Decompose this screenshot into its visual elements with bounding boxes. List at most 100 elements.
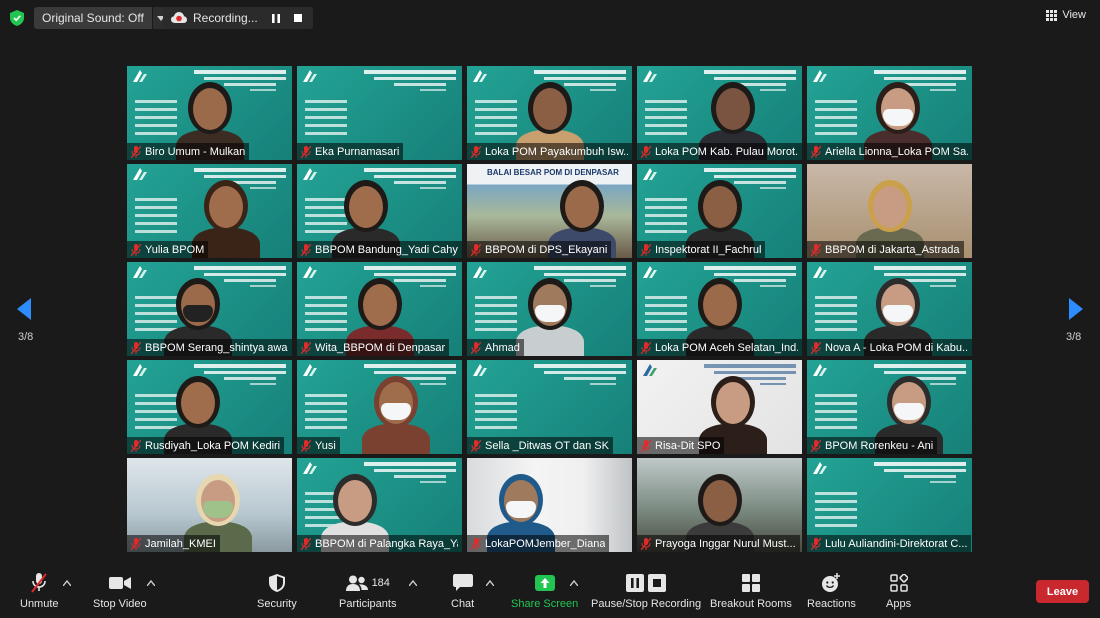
slide-title-line [704,266,796,270]
pause-stop-recording-label[interactable]: Pause/Stop Recording [591,598,701,610]
participant-video-tile[interactable]: Prayoga Inggar Nurul Must... [637,458,802,552]
apps-label[interactable]: Apps [886,598,911,610]
slide-social-line [815,320,857,323]
participant-video-tile[interactable]: Eka Purnamasari [297,66,462,160]
participant-video-tile[interactable]: Nova A - Loka POM di Kabu... [807,262,972,356]
slide-title-line [714,77,796,80]
video-options-caret-icon[interactable] [147,580,155,586]
breakout-rooms-button[interactable]: Breakout Rooms [710,572,792,610]
participant-video-tile[interactable]: Inspektorat II_Fachrul [637,164,802,258]
participant-video-tile[interactable]: Loka POM Kab. Pulau Morot... [637,66,802,160]
slide-social-line [815,312,857,315]
share-options-caret-icon[interactable] [570,580,578,586]
slide-social-line [305,222,347,225]
slide-social-line [305,108,347,111]
slide-social-line [815,492,857,495]
participant-video-tile[interactable]: Ariella Lionna_Loka POM Sa... [807,66,972,160]
slide-social-line [645,296,687,299]
audio-options-caret-icon[interactable] [63,580,71,586]
participants-label[interactable]: Participants [339,598,396,610]
slide-social-line [305,214,347,217]
previous-page-arrow-icon[interactable] [17,298,31,320]
slide-social-line [645,206,687,209]
microphone-muted-icon [641,537,651,550]
participant-video-tile[interactable]: BALAI BESAR POM DI DENPASAR BBPOM di DPS_… [467,164,632,258]
share-screen-button[interactable]: Share Screen [511,572,578,610]
slide-social-line [135,410,177,413]
slide-title-line [204,175,286,178]
reactions-label[interactable]: Reactions [807,598,856,610]
chat-options-caret-icon[interactable] [486,580,494,586]
share-screen-label[interactable]: Share Screen [511,598,578,610]
slide-title-line [364,70,456,74]
participant-video-tile[interactable]: Yulia BPOM [127,164,292,258]
slide-social-line [305,418,347,421]
bpom-logo-icon [813,364,827,376]
participant-name-tag: BBPOM di DPS_Ekayani [467,241,612,258]
breakout-rooms-label[interactable]: Breakout Rooms [710,598,792,610]
stop-video-button[interactable]: Stop Video [93,572,147,610]
pause-stop-recording-button[interactable]: Pause/Stop Recording [591,572,701,610]
microphone-muted-icon [131,537,141,550]
security-button[interactable]: Security [257,572,297,610]
microphone-muted-icon [471,243,481,256]
apps-button[interactable]: Apps [886,572,911,610]
slide-social-line [135,108,177,111]
participants-button[interactable]: 184 Participants [339,572,396,610]
participant-video-tile[interactable]: Biro Umum - Mulkan [127,66,292,160]
slide-social-line [475,124,517,127]
participant-video-tile[interactable]: Rusdiyah_Loka POM Kediri [127,360,292,454]
slide-title-line [250,383,276,385]
participant-video-tile[interactable]: BPOM Rorenkeu - Ani [807,360,972,454]
chat-label[interactable]: Chat [451,598,474,610]
participants-options-caret-icon[interactable] [409,580,417,586]
participant-video-tile[interactable]: BBPOM di Palangka Raya_Ya... [297,458,462,552]
chat-button[interactable]: Chat [451,572,474,610]
stop-video-label[interactable]: Stop Video [93,598,147,610]
reactions-button[interactable]: Reactions [807,572,856,610]
participant-name: BBPOM di Jakarta_Astrada [825,243,960,256]
slide-social-line [475,296,517,299]
participant-name-tag: Loka POM Kab. Pulau Morot... [637,143,802,160]
participant-video-tile[interactable]: Loka POM Payakumbuh Isw... [467,66,632,160]
participant-video-tile[interactable]: Yusi [297,360,462,454]
slide-social-line [305,116,347,119]
participant-video-tile[interactable]: BBPOM Serang_shintya awa... [127,262,292,356]
participant-video-tile[interactable]: Lulu Auliandini-Direktorat C... [807,458,972,552]
security-label[interactable]: Security [257,598,297,610]
slide-social-line [645,328,687,331]
slide-title-line [874,70,966,74]
slide-social-line [815,100,857,103]
slide-social-line [305,198,347,201]
participant-video-tile[interactable]: BBPOM di Jakarta_Astrada [807,164,972,258]
unmute-button[interactable]: Unmute [20,572,59,610]
participant-video-tile[interactable]: Ahmad [467,262,632,356]
participant-name-tag: Loka POM Aceh Selatan_Ind... [637,339,802,356]
slide-social-line [815,116,857,119]
participant-name-tag: Ariella Lionna_Loka POM Sa... [807,143,972,160]
participant-video-tile[interactable]: BBPOM Bandung_Yadi Cahy... [297,164,462,258]
view-label[interactable]: View [1062,9,1086,21]
microphone-muted-icon [471,341,481,354]
participant-video-tile[interactable]: Loka POM Aceh Selatan_Ind... [637,262,802,356]
unmute-label[interactable]: Unmute [20,598,59,610]
pause-recording-button[interactable] [267,9,285,27]
participant-name: Loka POM Kab. Pulau Morot... [655,145,798,158]
original-sound-toggle[interactable]: Original Sound: Off [34,7,170,29]
participant-video-tile[interactable]: Wita_BBPOM di Denpasar [297,262,462,356]
slide-social-line [305,312,347,315]
encryption-shield-icon[interactable] [10,10,24,26]
participant-video-tile[interactable]: LokaPOMJember_Diana [467,458,632,552]
next-page-arrow-icon[interactable] [1069,298,1083,320]
leave-meeting-button[interactable]: Leave [1036,580,1089,603]
participant-video-tile[interactable]: Sella _Ditwas OT dan SK [467,360,632,454]
participant-video-tile[interactable]: Risa-Dit SPO [637,360,802,454]
slide-title-line [394,475,446,478]
slide-social-line [475,402,517,405]
original-sound-label[interactable]: Original Sound: Off [34,7,152,29]
bpom-logo-icon [643,70,657,82]
stop-recording-button[interactable] [289,9,307,27]
slide-social-line [815,296,857,299]
view-button[interactable]: View [1046,9,1086,21]
participant-video-tile[interactable]: Jamilah_KMEI [127,458,292,552]
